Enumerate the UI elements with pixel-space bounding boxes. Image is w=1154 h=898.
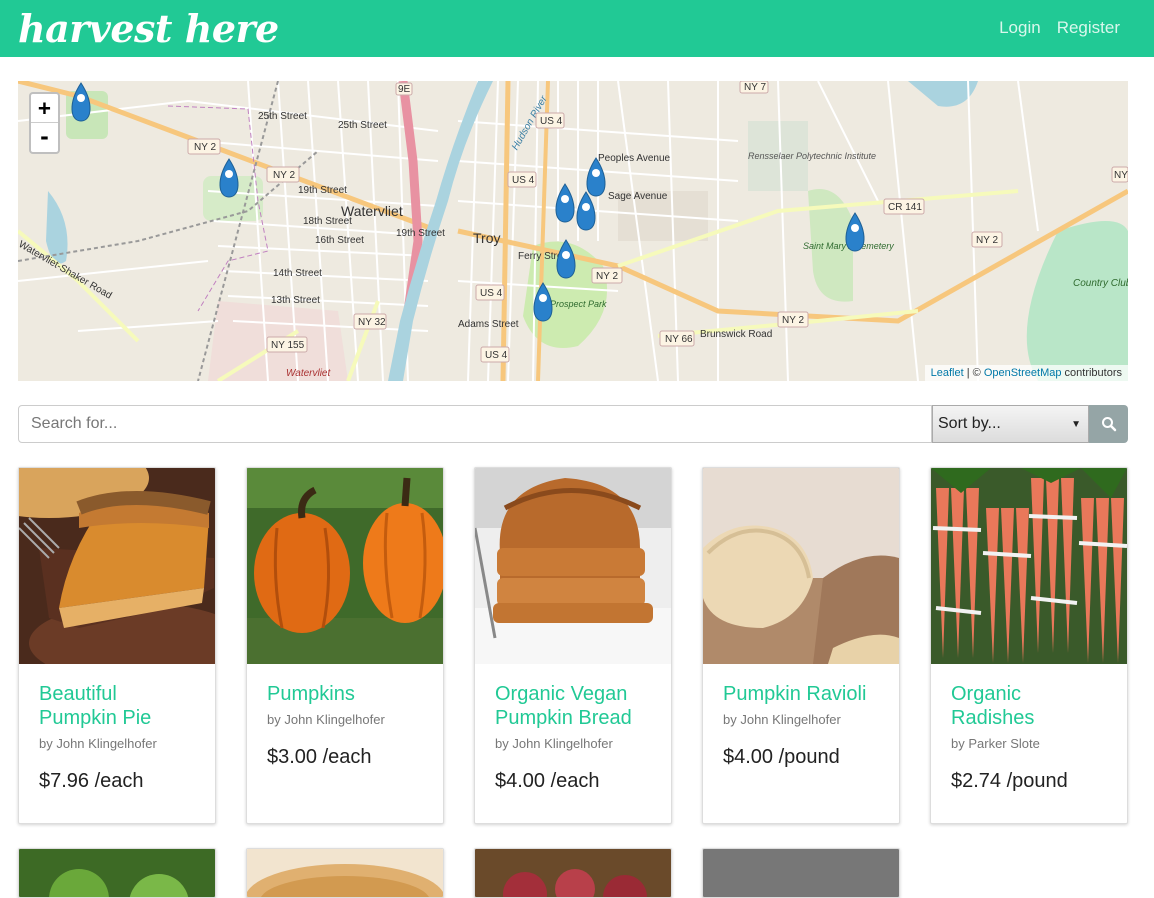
brand-logo[interactable]: harvest here (18, 6, 279, 51)
listing-price: $2.74 /pound (951, 770, 1068, 792)
search-bar: Sort by... ▼ (18, 405, 1128, 443)
listing-title[interactable]: Organic Radishes (951, 682, 1107, 730)
listing-price: $3.00 /each (267, 746, 372, 768)
map-label-prospect-park: Prospect Park (550, 299, 607, 309)
sort-dropdown[interactable]: Sort by... ▼ (932, 405, 1089, 443)
listing-card[interactable] (702, 848, 900, 898)
search-input[interactable] (18, 405, 932, 443)
svg-text:NY 32: NY 32 (358, 317, 386, 328)
listing-body: Pumpkin Ravioli by John Klingelhofer $4.… (703, 664, 899, 769)
map-label-watervliet-small: Watervliet (286, 368, 331, 379)
listing-price: $7.96 /each (39, 770, 144, 792)
map-label-street: 13th Street (271, 295, 320, 306)
listing-card[interactable] (18, 848, 216, 898)
nav-links: Login Register (999, 18, 1120, 38)
svg-text:NY 2: NY 2 (782, 315, 804, 326)
svg-text:NY: NY (1114, 170, 1128, 181)
map-label-rpi: Rensselaer Polytechnic Institute (748, 151, 876, 161)
svg-text:NY 2: NY 2 (194, 142, 216, 153)
map-label-street: 25th Street (258, 111, 307, 122)
svg-text:US 4: US 4 (485, 350, 508, 361)
listing-body: Organic Vegan Pumpkin Bread by John Klin… (475, 664, 671, 793)
osm-link[interactable]: OpenStreetMap (984, 367, 1062, 379)
listing-title[interactable]: Organic Vegan Pumpkin Bread (495, 682, 651, 730)
listing-image-pie[interactable] (247, 849, 443, 898)
listing-author: by John Klingelhofer (723, 712, 841, 727)
svg-text:US 4: US 4 (540, 116, 563, 127)
svg-text:CR 141: CR 141 (888, 202, 922, 213)
listing-image-pumpkin-bread[interactable] (475, 468, 671, 664)
login-link[interactable]: Login (999, 18, 1041, 38)
search-button[interactable] (1089, 405, 1128, 443)
map-label-troy: Troy (473, 230, 500, 246)
svg-text:NY 66: NY 66 (665, 334, 693, 345)
listing-body: Organic Radishes by Parker Slote $2.74 /… (931, 664, 1127, 793)
listing-image-pumpkins[interactable] (247, 468, 443, 664)
dropdown-arrow-icon: ▼ (1071, 418, 1081, 430)
zoom-out-button[interactable]: - (31, 123, 58, 152)
svg-text:NY 2: NY 2 (596, 271, 618, 282)
sort-label: Sort by... (938, 415, 1001, 432)
listing-author: by John Klingelhofer (495, 736, 613, 751)
country-club-area (1026, 221, 1128, 381)
svg-text:NY 7: NY 7 (744, 82, 766, 93)
listing-price: $4.00 /pound (723, 746, 840, 768)
leaflet-link[interactable]: Leaflet (931, 367, 964, 379)
top-navbar: harvest here Login Register (0, 0, 1154, 57)
listing-title[interactable]: Pumpkins (267, 682, 423, 706)
listing-card[interactable]: Pumpkins by John Klingelhofer $3.00 /eac… (246, 467, 444, 824)
attribution-tail: contributors (1061, 367, 1122, 379)
map-tiles[interactable]: Watervliet Troy 25th Street 25th Street … (18, 81, 1128, 381)
map-label-street: 25th Street (338, 120, 387, 131)
map-label-country-club: Country Club of Troy (1073, 278, 1128, 289)
map-attribution: Leaflet | © OpenStreetMap contributors (924, 365, 1128, 381)
map-label-street: Brunswick Road (700, 329, 772, 340)
map-label-street: 19th Street (298, 185, 347, 196)
listing-card[interactable] (474, 848, 672, 898)
listing-author: by John Klingelhofer (267, 712, 385, 727)
pond (46, 191, 68, 264)
listing-price: $4.00 /each (495, 770, 600, 792)
listing-image-red-apples[interactable] (475, 849, 671, 898)
listing-image-pumpkin-pie[interactable] (19, 468, 215, 664)
map-view[interactable]: Watervliet Troy 25th Street 25th Street … (18, 81, 1128, 381)
listing-image-placeholder[interactable] (703, 849, 899, 898)
map-label-street: Peoples Avenue (598, 153, 671, 164)
zoom-control: + - (29, 92, 60, 154)
svg-text:NY 155: NY 155 (271, 340, 305, 351)
listing-title[interactable]: Beautiful Pumpkin Pie (39, 682, 195, 730)
listing-author: by John Klingelhofer (39, 736, 157, 751)
register-link[interactable]: Register (1057, 18, 1120, 38)
svg-text:US 4: US 4 (480, 288, 503, 299)
svg-text:NY 2: NY 2 (273, 170, 295, 181)
svg-text:9E: 9E (398, 84, 411, 95)
zoom-in-button[interactable]: + (31, 94, 58, 123)
map-label-street: Adams Street (458, 319, 519, 330)
listing-title[interactable]: Pumpkin Ravioli (723, 682, 879, 706)
listing-card[interactable] (246, 848, 444, 898)
svg-text:NY 2: NY 2 (976, 235, 998, 246)
listing-card[interactable]: Organic Radishes by Parker Slote $2.74 /… (930, 467, 1128, 824)
listing-image-apples[interactable] (19, 849, 215, 898)
listing-body: Beautiful Pumpkin Pie by John Klingelhof… (19, 664, 215, 793)
listing-author: by Parker Slote (951, 736, 1040, 751)
map-label-street: Sage Avenue (608, 191, 668, 202)
listing-card[interactable]: Beautiful Pumpkin Pie by John Klingelhof… (18, 467, 216, 824)
listing-card[interactable]: Pumpkin Ravioli by John Klingelhofer $4.… (702, 467, 900, 824)
svg-text:US 4: US 4 (512, 175, 535, 186)
map-label-street: 18th Street (303, 216, 352, 227)
map-label-street: 16th Street (315, 235, 364, 246)
map-label-street: 19th Street (396, 228, 445, 239)
listing-card[interactable]: Organic Vegan Pumpkin Bread by John Klin… (474, 467, 672, 824)
listing-image-carrots[interactable] (931, 468, 1127, 664)
listing-image-ravioli[interactable] (703, 468, 899, 664)
map-label-street: 14th Street (273, 268, 322, 279)
attribution-separator: | © (963, 367, 984, 379)
listing-body: Pumpkins by John Klingelhofer $3.00 /eac… (247, 664, 443, 769)
search-icon (1101, 417, 1116, 432)
